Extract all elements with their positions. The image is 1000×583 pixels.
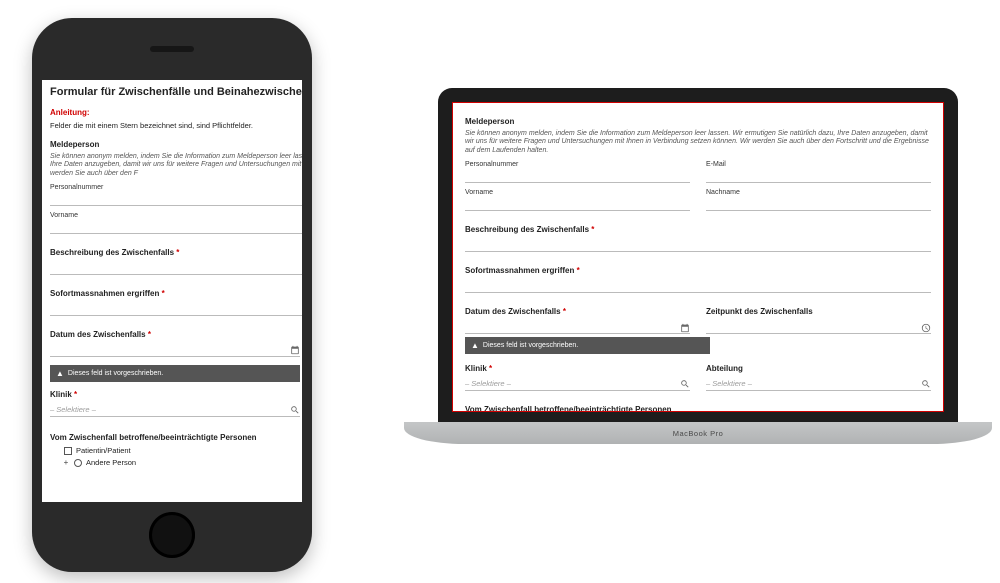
time-heading-d: Zeitpunkt des Zwischenfalls [706,307,931,316]
incident-form-mobile: Formular für Zwischenfälle und Beinahezw… [42,80,302,473]
date-heading-d: Datum des Zwischenfalls [465,307,690,316]
personnel-no-label-d: Personalnummer [465,161,690,168]
firstname-label-d: Vorname [465,189,690,196]
lastname-label-d: Nachname [706,189,931,196]
expand-icon[interactable]: + [62,458,70,467]
description-heading-d: Beschreibung des Zwischenfalls [465,225,931,234]
affected-heading: Vom Zwischenfall betroffene/beeinträchti… [50,433,302,442]
clinic-select[interactable]: – Selektiere – [50,403,300,417]
instruction-label: Anleitung: [50,108,302,117]
radio-icon [74,459,82,467]
affected-other-label: Andere Person [86,458,136,467]
firstname-label: Vorname [50,212,302,219]
macbook-lid: Meldeperson Sie können anonym melden, in… [438,88,958,422]
department-placeholder-d: – Selektiere – [706,377,931,391]
iphone-screen: Formular für Zwischenfälle und Beinahezw… [42,80,302,502]
department-heading-d: Abteilung [706,364,931,373]
validation-message: Dieses feld ist vorgeschrieben. [68,370,163,377]
affected-patient-row[interactable]: Patientin/Patient [64,446,302,455]
firstname-input-d[interactable] [465,197,690,211]
macbook-label: MacBook Pro [673,429,724,438]
department-select-d[interactable]: – Selektiere – [706,377,931,391]
date-input-d[interactable] [465,320,690,334]
iphone-frame: Formular für Zwischenfälle und Beinahezw… [32,18,312,572]
personnel-no-input[interactable] [50,192,302,206]
clock-icon[interactable] [921,323,931,333]
clinic-heading: Klinik [50,390,302,399]
warning-icon: ▲ [56,369,64,378]
date-input[interactable] [50,343,300,357]
measures-input[interactable] [50,302,302,316]
form-title: Formular für Zwischenfälle und Beinahezw… [50,86,302,98]
reporter-help-d: Sie können anonym melden, indem Sie die … [465,130,931,155]
description-input[interactable] [50,261,302,275]
validation-message-d: Dieses feld ist vorgeschrieben. [483,342,578,349]
reporter-help: Sie können anonym melden, indem Sie die … [50,153,302,178]
measures-input-d[interactable] [465,279,931,293]
affected-patient-label: Patientin/Patient [76,446,131,455]
affected-other-row[interactable]: + Andere Person [56,458,302,467]
description-heading: Beschreibung des Zwischenfalls [50,248,302,257]
instruction-text: Felder die mit einem Stern bezeichnet si… [50,121,302,130]
validation-tooltip-d: ▲ Dieses feld ist vorgeschrieben. [465,337,710,354]
calendar-icon[interactable] [290,345,300,355]
warning-icon-d: ▲ [471,341,479,350]
search-icon [290,405,300,415]
validation-tooltip: ▲ Dieses feld ist vorgeschrieben. [50,365,300,382]
search-icon-d2 [921,379,931,389]
personnel-no-label: Personalnummer [50,184,302,191]
measures-heading-d: Sofortmassnahmen ergriffen [465,266,931,275]
incident-form-desktop: Meldeperson Sie können anonym melden, in… [453,103,943,412]
macbook-screen: Meldeperson Sie können anonym melden, in… [452,102,944,412]
checkbox-icon [64,447,72,455]
firstname-input[interactable] [50,220,302,234]
calendar-icon-d[interactable] [680,323,690,333]
date-heading: Datum des Zwischenfalls [50,330,302,339]
clinic-heading-d: Klinik [465,364,690,373]
description-input-d[interactable] [465,238,931,252]
measures-heading: Sofortmassnahmen ergriffen [50,289,302,298]
clinic-placeholder-d: – Selektiere – [465,377,690,391]
macbook-base: MacBook Pro [404,422,992,444]
reporter-heading: Meldeperson [50,140,302,149]
personnel-no-input-d[interactable] [465,169,690,183]
reporter-heading-d: Meldeperson [465,117,931,126]
macbook-frame: Meldeperson Sie können anonym melden, in… [404,88,992,444]
email-label-d: E-Mail [706,161,931,168]
time-input-d[interactable] [706,320,931,334]
email-input-d[interactable] [706,169,931,183]
affected-heading-d: Vom Zwischenfall betroffene/beeinträchti… [465,405,931,412]
search-icon-d [680,379,690,389]
clinic-placeholder: – Selektiere – [50,403,300,417]
clinic-select-d[interactable]: – Selektiere – [465,377,690,391]
lastname-input-d[interactable] [706,197,931,211]
